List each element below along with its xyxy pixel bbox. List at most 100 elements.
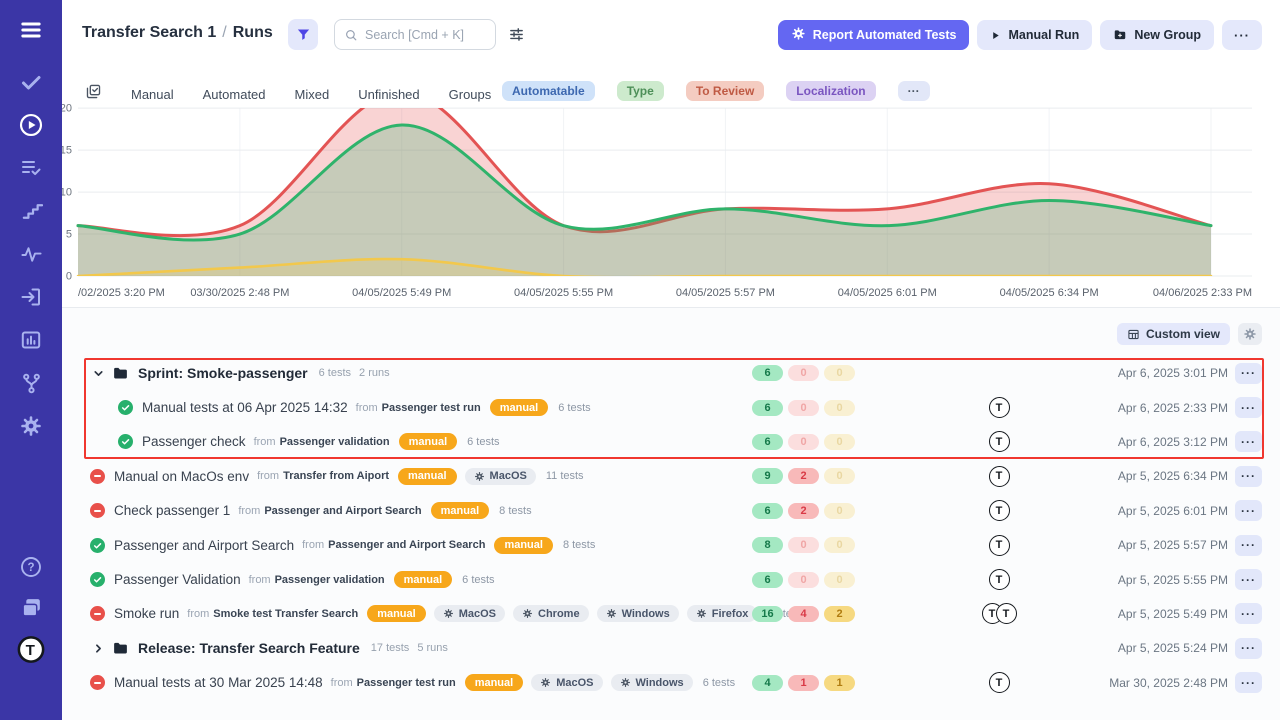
- filter-button[interactable]: [288, 19, 318, 50]
- manual-badge: manual: [367, 605, 426, 622]
- env-chip-macos[interactable]: MacOS: [434, 605, 505, 622]
- avatar[interactable]: T: [989, 466, 1010, 487]
- new-group-button[interactable]: New Group: [1100, 20, 1214, 50]
- skipped-count-pill: 0: [824, 537, 855, 553]
- env-chip-windows[interactable]: Windows: [597, 605, 679, 622]
- sidebar-item-steps-icon[interactable]: [17, 197, 45, 225]
- svg-text:5: 5: [66, 229, 72, 241]
- svg-text:04/05/2025 6:01 PM: 04/05/2025 6:01 PM: [838, 287, 937, 299]
- runs-list: Sprint: Smoke-passenger6 tests2 runs600A…: [62, 356, 1280, 700]
- env-chip-macos[interactable]: MacOS: [531, 674, 602, 691]
- passed-status-icon: [118, 400, 133, 415]
- failed-status-icon: [90, 503, 105, 518]
- failed-count-pill: 0: [788, 434, 819, 450]
- row-more-button[interactable]: ···: [1235, 603, 1262, 624]
- avatar[interactable]: T: [989, 535, 1010, 556]
- failed-status-icon: [90, 469, 105, 484]
- from-label: from: [238, 505, 260, 517]
- header-more-button[interactable]: ···: [1222, 20, 1262, 50]
- run-date: Apr 5, 2025 5:55 PM: [1118, 573, 1228, 587]
- avatar[interactable]: T: [989, 500, 1010, 521]
- avatar[interactable]: T: [996, 603, 1017, 624]
- tag-chip-automatable[interactable]: Automatable: [502, 81, 595, 101]
- row-more-button[interactable]: ···: [1235, 535, 1262, 556]
- tag-chip-type[interactable]: Type: [617, 81, 664, 101]
- env-label: Windows: [622, 608, 670, 620]
- sidebar-item-activity-icon[interactable]: [17, 240, 45, 268]
- row-more-button[interactable]: ···: [1235, 638, 1262, 659]
- assignee-avatars: T: [979, 535, 1019, 556]
- row-more-button[interactable]: ···: [1235, 397, 1262, 418]
- run-source: Passenger test run: [357, 677, 456, 689]
- env-chip-firefox[interactable]: Firefox: [687, 605, 758, 622]
- run-row[interactable]: Check passenger 1fromPassenger and Airpo…: [62, 494, 1280, 528]
- sidebar-item-branch-icon[interactable]: [17, 369, 45, 397]
- run-row[interactable]: Manual tests at 06 Apr 2025 14:32fromPas…: [62, 390, 1280, 424]
- search-box[interactable]: [334, 19, 496, 50]
- svg-text:15: 15: [62, 145, 72, 157]
- manual-badge: manual: [431, 502, 490, 519]
- skipped-count-pill: 0: [824, 434, 855, 450]
- tag-chip-toreview[interactable]: To Review: [686, 81, 764, 101]
- row-more-button[interactable]: ···: [1235, 569, 1262, 590]
- sidebar-item-logo-icon[interactable]: T: [17, 635, 45, 663]
- sidebar-item-list-check-icon[interactable]: [17, 154, 45, 182]
- passed-count-pill: 8: [752, 537, 783, 553]
- header-actions: Report Automated Tests Manual Run New Gr…: [778, 20, 1262, 50]
- passed-count-pill: 6: [752, 434, 783, 450]
- tune-icon[interactable]: [508, 26, 525, 48]
- sidebar-item-check-icon[interactable]: [17, 68, 45, 96]
- passed-count-pill: 6: [752, 400, 783, 416]
- view-settings-gear-button[interactable]: [1238, 323, 1262, 345]
- tests-count: 6 tests: [467, 436, 499, 448]
- chevron-right-icon[interactable]: [90, 640, 106, 656]
- sidebar-item-import-icon[interactable]: [17, 283, 45, 311]
- search-icon: [344, 28, 358, 42]
- group-row[interactable]: Sprint: Smoke-passenger6 tests2 runs600A…: [62, 356, 1280, 390]
- svg-text:T: T: [26, 641, 36, 658]
- manual-badge: manual: [494, 537, 553, 554]
- sidebar-item-help-icon[interactable]: ?: [17, 553, 45, 581]
- sidebar-item-docs-icon[interactable]: [17, 594, 45, 622]
- avatar[interactable]: T: [989, 672, 1010, 693]
- run-row[interactable]: Passenger and Airport SearchfromPassenge…: [62, 528, 1280, 562]
- search-input[interactable]: [365, 28, 480, 42]
- manual-run-button[interactable]: Manual Run: [977, 20, 1092, 50]
- sidebar-item-menu-icon[interactable]: [17, 16, 45, 44]
- group-title: Release: Transfer Search Feature: [138, 640, 360, 656]
- run-row[interactable]: Passenger ValidationfromPassenger valida…: [62, 562, 1280, 596]
- sidebar-item-play-circle-icon[interactable]: [17, 111, 45, 139]
- row-more-button[interactable]: ···: [1235, 363, 1262, 384]
- run-row[interactable]: Manual on MacOs envfromTransfer from Aip…: [62, 459, 1280, 493]
- skipped-count-pill: 0: [824, 572, 855, 588]
- run-date: Mar 30, 2025 2:48 PM: [1109, 676, 1228, 690]
- folder-plus-icon: [1113, 28, 1127, 42]
- env-chip-windows[interactable]: Windows: [611, 674, 693, 691]
- tag-chip-localization[interactable]: Localization: [786, 81, 875, 101]
- row-more-button[interactable]: ···: [1235, 431, 1262, 452]
- breadcrumb-project[interactable]: Transfer Search 1: [82, 24, 216, 41]
- avatar[interactable]: T: [989, 397, 1010, 418]
- row-more-button[interactable]: ···: [1235, 672, 1262, 693]
- run-row[interactable]: Passenger checkfromPassenger validationm…: [62, 425, 1280, 459]
- tag-chip-[interactable]: ···: [898, 81, 930, 101]
- row-more-button[interactable]: ···: [1235, 500, 1262, 521]
- custom-view-button[interactable]: Custom view: [1117, 323, 1230, 345]
- row-more-button[interactable]: ···: [1235, 466, 1262, 487]
- avatar[interactable]: T: [989, 569, 1010, 590]
- sidebar-item-bar-chart-icon[interactable]: [17, 326, 45, 354]
- tag-filter-chips: Automatable Type To Review Localization ···: [502, 81, 930, 101]
- sidebar-item-gear-icon[interactable]: [17, 412, 45, 440]
- report-automated-tests-button[interactable]: Report Automated Tests: [778, 20, 970, 50]
- env-chip-macos[interactable]: MacOS: [465, 468, 536, 485]
- run-date: Apr 5, 2025 5:57 PM: [1118, 538, 1228, 552]
- run-row[interactable]: Manual tests at 30 Mar 2025 14:48fromPas…: [62, 666, 1280, 700]
- group-row[interactable]: Release: Transfer Search Feature17 tests…: [62, 631, 1280, 665]
- env-chip-chrome[interactable]: Chrome: [513, 605, 589, 622]
- avatar[interactable]: T: [989, 431, 1010, 452]
- chevron-down-icon[interactable]: [90, 365, 106, 381]
- funnel-icon: [296, 27, 311, 42]
- run-source: Smoke test Transfer Search: [213, 608, 358, 620]
- run-row[interactable]: Smoke runfromSmoke test Transfer Searchm…: [62, 597, 1280, 631]
- run-date: Apr 5, 2025 6:01 PM: [1118, 504, 1228, 518]
